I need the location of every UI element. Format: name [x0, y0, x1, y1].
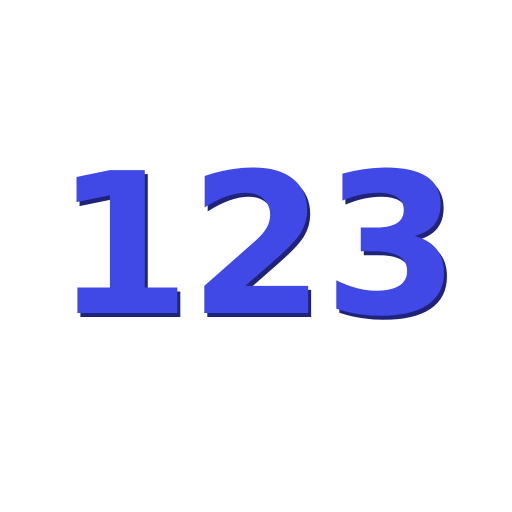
number-graphic: 123 123 [54, 132, 462, 364]
canvas: 123 123 [0, 0, 512, 512]
number-123-text: 123 [54, 132, 457, 360]
